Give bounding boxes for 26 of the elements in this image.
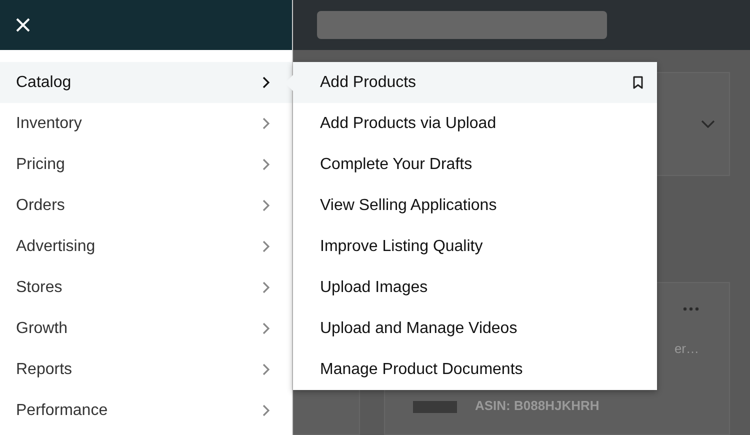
asin-text: ASIN: B088HJKHRH [475,398,600,413]
close-button[interactable] [14,16,32,34]
more-icon[interactable] [683,307,699,311]
chevron-right-icon [262,117,270,130]
product-thumbnail [413,401,457,413]
chevron-right-icon [262,240,270,253]
chevron-right-icon [262,199,270,212]
chevron-right-icon [262,322,270,335]
submenu-item[interactable]: Add Products [293,62,657,103]
submenu-item[interactable]: Upload Images [293,267,657,308]
submenu-item[interactable]: Upload and Manage Videos [293,308,657,349]
chevron-right-icon [262,281,270,294]
chevron-right-icon [262,404,270,417]
menu-item[interactable]: Catalog [0,62,292,103]
submenu-item[interactable]: View Selling Applications [293,185,657,226]
submenu-item[interactable]: Manage Product Documents [293,349,657,390]
chevron-right-icon [262,158,270,171]
chevron-right-icon [262,76,270,89]
bookmark-icon[interactable] [633,76,643,89]
search-field[interactable] [317,11,607,39]
submenu-item[interactable]: Add Products via Upload [293,103,657,144]
chevron-right-icon [262,363,270,376]
submenu-item[interactable]: Improve Listing Quality [293,226,657,267]
chevron-down-icon[interactable] [701,120,715,128]
product-title: er… [674,341,699,356]
submenu-item[interactable]: Complete Your Drafts [293,144,657,185]
